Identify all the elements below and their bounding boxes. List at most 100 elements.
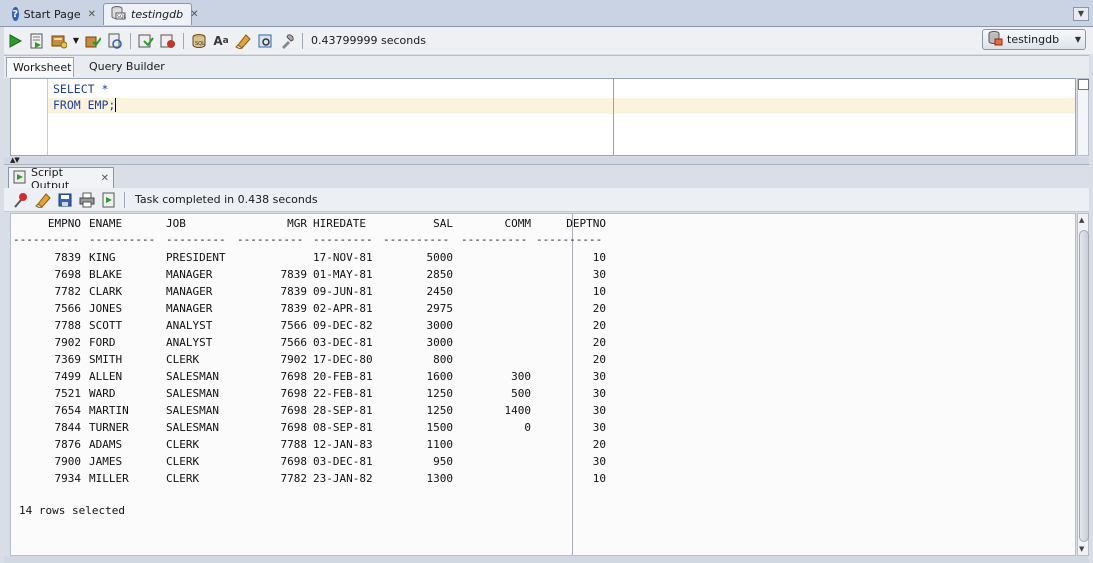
table-cell: 17-DEC-80 — [313, 353, 373, 366]
table-cell: MANAGER — [166, 302, 213, 315]
pin-icon[interactable] — [10, 189, 32, 211]
output-toolbar: Task completed in 0.438 seconds — [4, 188, 1089, 212]
table-cell: MILLER — [89, 472, 129, 485]
tab-start-page-label: Start Page — [23, 7, 81, 21]
document-tab-strip: ? Start Page ✕ SQL testingdb ✕ ▼ — [0, 0, 1093, 27]
run-script-icon[interactable] — [98, 189, 120, 211]
run-statement-icon[interactable] — [4, 30, 26, 52]
column-header: DEPTNO — [566, 217, 606, 230]
column-separator: ---------- — [383, 233, 450, 246]
tab-start-page[interactable]: ? Start Page ✕ — [6, 3, 102, 25]
table-cell: 300 — [511, 370, 531, 383]
elapsed-time: 0.43799999 seconds — [311, 34, 426, 47]
table-cell: 7654 — [54, 404, 82, 417]
table-cell: 1250 — [426, 404, 454, 417]
table-cell: 20 — [592, 302, 606, 315]
table-cell: SALESMAN — [166, 387, 219, 400]
column-header: ENAME — [89, 217, 123, 230]
table-cell: 1600 — [426, 370, 454, 383]
dropdown-arrow-icon[interactable]: ▼ — [70, 30, 82, 52]
table-cell: 7900 — [54, 455, 82, 468]
table-cell: 0 — [524, 421, 531, 434]
editor-right-margin — [613, 79, 614, 155]
table-cell: 7782 — [280, 472, 308, 485]
task-status: Task completed in 0.438 seconds — [135, 193, 318, 206]
worksheet-toolbar: ▼ SQL Aa 0.43799999 seconds testingdb ▼ — [4, 27, 1093, 54]
tab-query-builder[interactable]: Query Builder — [83, 57, 171, 77]
panel-splitter[interactable]: ▲▼ — [4, 156, 1089, 164]
clear-eraser-icon[interactable] — [32, 189, 54, 211]
save-icon[interactable] — [54, 189, 76, 211]
format-text-icon[interactable]: Aa — [210, 30, 232, 52]
table-cell: 02-APR-81 — [313, 302, 373, 315]
run-script-icon[interactable] — [26, 30, 48, 52]
table-cell: 7698 — [280, 404, 308, 417]
code-line-text: FROM EMP; — [53, 98, 116, 112]
table-cell: 7934 — [54, 472, 82, 485]
table-cell: 7839 — [280, 268, 308, 281]
scroll-down-icon[interactable]: ▼ — [1079, 545, 1084, 553]
table-cell: 7499 — [54, 370, 82, 383]
sql-history-icon[interactable]: SQL — [188, 30, 210, 52]
clear-eraser-icon[interactable] — [232, 30, 254, 52]
table-cell: PRESIDENT — [166, 251, 226, 264]
rollback-icon[interactable] — [104, 30, 126, 52]
table-cell: 5000 — [426, 251, 454, 264]
column-separator: ---------- — [89, 233, 156, 246]
tab-testingdb[interactable]: SQL testingdb ✕ — [103, 3, 199, 25]
table-cell: CLERK — [166, 438, 200, 451]
tab-script-output[interactable]: Script Output ✕ — [8, 166, 114, 192]
table-cell: 1500 — [426, 421, 454, 434]
svg-text:SQL: SQL — [195, 41, 205, 47]
output-scrollbar[interactable]: ▲ ▼ — [1077, 213, 1089, 556]
table-cell: 7698 — [54, 268, 82, 281]
table-cell: 7521 — [54, 387, 82, 400]
table-cell: TURNER — [89, 421, 129, 434]
connection-select-label: testingdb — [1007, 33, 1060, 46]
chevron-down-icon: ▼ — [1074, 35, 1081, 44]
table-cell: 20 — [592, 336, 606, 349]
cancel-task-icon[interactable] — [157, 30, 179, 52]
scroll-up-icon[interactable]: ▲ — [1079, 216, 1084, 224]
table-cell: SALESMAN — [166, 421, 219, 434]
table-cell: 500 — [511, 387, 531, 400]
table-cell: 30 — [592, 387, 606, 400]
tab-list-dropdown-icon[interactable]: ▼ — [1073, 7, 1089, 21]
column-header: EMPNO — [47, 217, 81, 230]
table-cell: MARTIN — [89, 404, 129, 417]
code-line: FROM EMP; — [53, 98, 117, 112]
commit-icon[interactable] — [82, 30, 104, 52]
table-cell: 7876 — [54, 438, 82, 451]
script-output-area[interactable]: EMPNO ENAME JOB MGR HIREDATE SAL COMM DEPTNO ---… — [10, 213, 1076, 556]
connection-select[interactable]: testingdb ▼ — [982, 29, 1086, 50]
unshared-sql-icon[interactable] — [135, 30, 157, 52]
table-cell: CLERK — [166, 353, 200, 366]
table-cell: 7788 — [280, 438, 308, 451]
column-header: JOB — [166, 217, 186, 230]
close-icon[interactable]: ✕ — [88, 9, 96, 20]
sql-editor[interactable]: SELECT * FROM EMP; — [10, 78, 1076, 156]
collapse-arrows-icon[interactable]: ▲▼ — [10, 156, 20, 164]
table-cell: 30 — [592, 404, 606, 417]
autotrace-icon[interactable] — [48, 30, 70, 52]
table-cell: 1100 — [426, 438, 454, 451]
tab-worksheet[interactable]: Worksheet — [6, 57, 74, 77]
column-header: HIREDATE — [313, 217, 366, 230]
table-cell: 30 — [592, 268, 606, 281]
print-icon[interactable] — [76, 189, 98, 211]
close-icon[interactable]: ✕ — [190, 9, 198, 20]
table-cell: 20-FEB-81 — [313, 370, 373, 383]
explain-plan-icon[interactable] — [254, 30, 276, 52]
sql-tuning-icon[interactable] — [276, 30, 298, 52]
table-cell: 7902 — [280, 353, 308, 366]
table-cell: 10 — [592, 251, 606, 264]
table-cell: 2450 — [426, 285, 454, 298]
column-separator: ---------- — [536, 233, 603, 246]
table-cell: 7566 — [280, 336, 308, 349]
close-icon[interactable]: ✕ — [101, 173, 109, 184]
scrollbar-thumb[interactable] — [1079, 230, 1089, 542]
table-cell: 28-SEP-81 — [313, 404, 373, 417]
table-cell: FORD — [89, 336, 116, 349]
worksheet-tabs: Worksheet Query Builder — [4, 55, 1089, 78]
table-cell: 7566 — [54, 302, 82, 315]
